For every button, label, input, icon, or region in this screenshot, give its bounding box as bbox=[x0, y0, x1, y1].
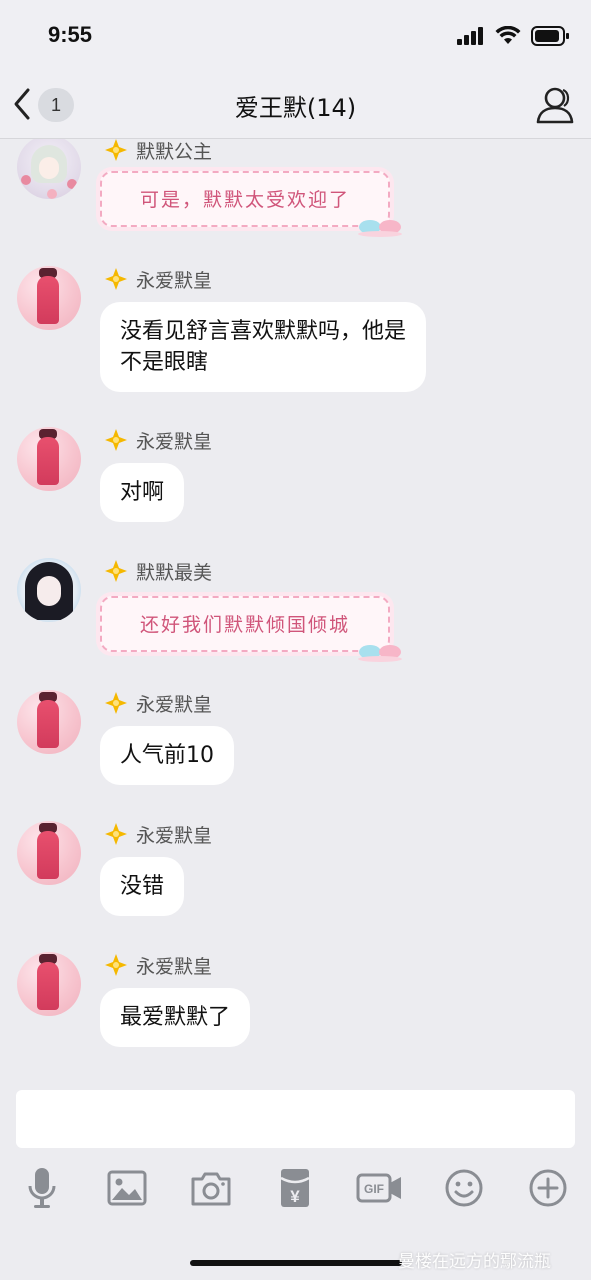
member-badge-icon bbox=[105, 268, 127, 290]
chat-title: 爱王默(14) bbox=[234, 94, 357, 122]
sender-name: 默默公主 bbox=[136, 140, 213, 163]
message-text: 最爱默默了 bbox=[120, 1005, 231, 1030]
message-text: 没错 bbox=[120, 874, 165, 899]
signal-icon bbox=[457, 27, 483, 45]
gif-icon: GIF bbox=[356, 1173, 401, 1203]
member-badge-icon bbox=[105, 954, 127, 976]
message-text: 还好我们默默倾国倾城 bbox=[139, 614, 350, 636]
battery-icon bbox=[531, 26, 569, 46]
sender-row: 永爱默皇 bbox=[104, 425, 212, 455]
input-toolbar: ¥ GIF bbox=[0, 1160, 591, 1220]
avatar[interactable] bbox=[17, 427, 81, 491]
avatar[interactable] bbox=[17, 690, 81, 754]
red-packet-icon: ¥ bbox=[280, 1169, 310, 1207]
message-bubble[interactable]: 可是，默默太受欢迎了 bbox=[100, 171, 402, 237]
teacup-icon bbox=[358, 645, 402, 662]
avatar[interactable] bbox=[17, 821, 81, 885]
message-item: 默默公主 可是，默默太受欢迎了 bbox=[0, 139, 591, 245]
group-members-button[interactable] bbox=[535, 84, 577, 126]
yuan-symbol: ¥ bbox=[290, 1187, 300, 1206]
message-item: 永爱默皇 对啊 bbox=[0, 425, 591, 535]
message-text: 对啊 bbox=[120, 480, 165, 505]
member-badge-icon bbox=[105, 429, 127, 451]
member-badge-icon bbox=[105, 139, 127, 161]
sender-row: 永爱默皇 bbox=[104, 950, 212, 980]
sender-row: 默默公主 bbox=[104, 139, 212, 165]
plus-icon bbox=[529, 1169, 567, 1207]
watermark-text: 曼楼在远方的鄢流瓶 bbox=[398, 1251, 551, 1272]
message-bubble[interactable]: 没错 bbox=[100, 857, 185, 916]
message-bubble[interactable]: 还好我们默默倾国倾城 bbox=[100, 596, 402, 662]
avatar[interactable] bbox=[17, 558, 81, 622]
message-list[interactable]: 默默公主 可是，默默太受欢迎了 永爱默皇 没看见舒言喜欢默默吗，他是 不是眼瞎 bbox=[0, 139, 591, 1084]
message-text: 可是，默默太受欢迎了 bbox=[139, 189, 350, 211]
sender-row: 永爱默皇 bbox=[104, 819, 212, 849]
member-badge-icon bbox=[105, 823, 127, 845]
watermark: 曼楼在远方的鄢流瓶 bbox=[398, 1246, 551, 1272]
emoji-icon bbox=[445, 1169, 483, 1207]
sender-row: 永爱默皇 bbox=[104, 264, 212, 294]
message-input[interactable] bbox=[16, 1090, 575, 1148]
status-icons bbox=[457, 26, 569, 46]
message-bubble[interactable]: 对啊 bbox=[100, 463, 185, 522]
red-packet-button[interactable]: ¥ bbox=[273, 1166, 317, 1210]
avatar[interactable] bbox=[17, 139, 81, 199]
microphone-icon bbox=[28, 1168, 56, 1208]
message-item: 默默最美 还好我们默默倾国倾城 bbox=[0, 556, 591, 666]
emoji-button[interactable] bbox=[442, 1166, 486, 1210]
message-item: 永爱默皇 最爱默默了 bbox=[0, 950, 591, 1070]
photo-button[interactable] bbox=[105, 1166, 149, 1210]
message-bubble[interactable]: 人气前10 bbox=[100, 726, 234, 785]
message-bubble[interactable]: 最爱默默了 bbox=[100, 988, 251, 1047]
sender-name: 永爱默皇 bbox=[136, 269, 213, 292]
more-button[interactable] bbox=[526, 1166, 570, 1210]
teacup-icon bbox=[358, 220, 402, 237]
camera-button[interactable] bbox=[189, 1166, 233, 1210]
sender-row: 永爱默皇 bbox=[104, 688, 212, 718]
message-item: 永爱默皇 没看见舒言喜欢默默吗，他是 不是眼瞎 bbox=[0, 264, 591, 404]
message-bubble[interactable]: 没看见舒言喜欢默默吗，他是 不是眼瞎 bbox=[100, 302, 427, 392]
sender-name: 永爱默皇 bbox=[136, 430, 213, 453]
camera-icon bbox=[191, 1172, 231, 1206]
message-text: 人气前10 bbox=[120, 743, 214, 768]
wifi-icon bbox=[495, 26, 521, 44]
avatar[interactable] bbox=[17, 266, 81, 330]
image-icon bbox=[107, 1170, 147, 1206]
sender-name: 永爱默皇 bbox=[136, 955, 213, 978]
member-badge-icon bbox=[105, 560, 127, 582]
sender-name: 永爱默皇 bbox=[136, 824, 213, 847]
user-icon bbox=[536, 87, 574, 124]
avatar[interactable] bbox=[17, 952, 81, 1016]
sender-name: 默默最美 bbox=[136, 561, 213, 584]
chat-header: 1 爱王默(14) bbox=[0, 70, 591, 139]
sender-row: 默默最美 bbox=[104, 556, 212, 586]
home-indicator[interactable] bbox=[190, 1260, 402, 1266]
gif-label: GIF bbox=[364, 1182, 384, 1196]
status-bar: 9:55 bbox=[0, 0, 591, 70]
gif-button[interactable]: GIF bbox=[356, 1166, 404, 1210]
message-item: 永爱默皇 没错 bbox=[0, 819, 591, 929]
message-text: 不是眼瞎 bbox=[120, 350, 209, 375]
sender-name: 永爱默皇 bbox=[136, 693, 213, 716]
voice-button[interactable] bbox=[20, 1166, 64, 1210]
message-text: 没看见舒言喜欢默默吗，他是 bbox=[120, 319, 407, 344]
message-item: 永爱默皇 人气前10 bbox=[0, 688, 591, 798]
status-time: 9:55 bbox=[48, 22, 93, 47]
member-badge-icon bbox=[105, 692, 127, 714]
